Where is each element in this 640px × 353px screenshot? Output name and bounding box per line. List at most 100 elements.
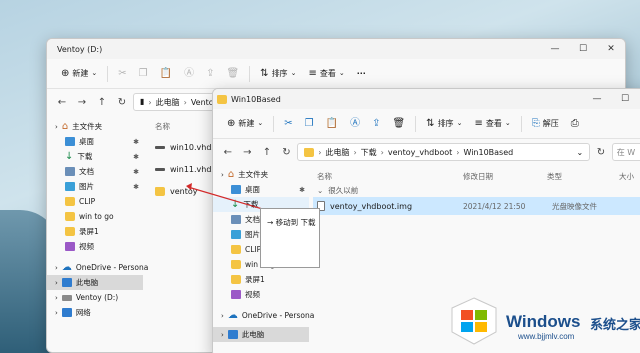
sidebar-item-home[interactable]: › ⌂ 主文件夹 <box>47 119 143 134</box>
expand-chevron-icon[interactable]: › <box>221 331 224 339</box>
sidebar-item-videos[interactable]: 视频 <box>47 239 143 254</box>
search-box[interactable]: 在 W <box>611 143 640 161</box>
copy-button[interactable]: ❐ <box>299 116 320 132</box>
copy-button[interactable]: ❐ <box>133 66 154 82</box>
chevron-down-icon[interactable]: ⌄ <box>577 148 584 157</box>
new-label: 新建 <box>238 119 255 128</box>
expand-chevron-icon[interactable]: › <box>55 279 58 287</box>
cut-button[interactable]: ✂ <box>278 116 298 132</box>
file-row[interactable]: ventoy_vhdboot.img 2021/4/12 21:50 光盘映像文… <box>313 197 640 215</box>
delete-button[interactable]: 🗑 <box>386 116 411 132</box>
breadcrumb[interactable]: › 此电脑 › 下载 › ventoy_vhdboot › Win10Based… <box>297 143 591 161</box>
up-button[interactable]: ↑ <box>93 97 111 108</box>
forward-button[interactable]: → <box>239 147 257 158</box>
share-button[interactable]: ⇪ <box>366 116 386 132</box>
sort-button[interactable]: ⇅ 排序 ⌄ <box>420 115 468 132</box>
document-icon <box>65 167 75 176</box>
expand-chevron-icon[interactable]: › <box>55 294 58 302</box>
up-button[interactable]: ↑ <box>258 147 276 158</box>
view-button[interactable]: ≡ 查看 ⌄ <box>302 65 350 82</box>
close-button[interactable]: ✕ <box>597 44 625 54</box>
breadcrumb-item[interactable]: 下载 <box>361 147 377 158</box>
maximize-button[interactable]: ☐ <box>569 44 597 54</box>
folder-icon <box>155 186 165 196</box>
sidebar-item-this-pc[interactable]: › 此电脑 <box>47 275 143 290</box>
column-header-type[interactable]: 类型 <box>547 171 619 182</box>
picture-icon <box>231 230 241 239</box>
paste-button[interactable]: 📋 <box>320 116 344 132</box>
sidebar-item-documents[interactable]: 文档 ✱ <box>47 164 143 179</box>
sidebar-item-home[interactable]: › ⌂ 主文件夹 <box>213 167 309 182</box>
maximize-button[interactable]: ☐ <box>611 94 639 104</box>
expand-chevron-icon[interactable]: › <box>55 123 58 131</box>
column-header-size[interactable]: 大小 <box>619 171 634 182</box>
refresh-button[interactable]: ↻ <box>113 97 131 108</box>
sidebar-item-network[interactable]: › 网络 <box>47 305 143 320</box>
column-header-name[interactable]: 名称 <box>317 171 463 182</box>
more-button[interactable]: ··· <box>351 66 372 81</box>
view-icon: ≡ <box>474 117 483 129</box>
breadcrumb-item[interactable]: 此电脑 <box>325 147 349 158</box>
sidebar-item-win-to-go[interactable]: win to go <box>47 209 143 224</box>
extract-button[interactable]: ⎘ 解压 <box>526 115 565 132</box>
sidebar-item-onedrive[interactable]: › ☁ OneDrive - Persona <box>47 260 148 275</box>
minimize-button[interactable]: — <box>541 44 569 54</box>
back-button[interactable]: ← <box>219 147 237 158</box>
sidebar-item-downloads[interactable]: ↓ 下载 ✱ <box>47 149 143 164</box>
cut-button[interactable]: ✂ <box>112 66 132 82</box>
refresh-button[interactable]: ↻ <box>592 147 610 158</box>
sidebar-item-onedrive[interactable]: › ☁ OneDrive - Persona <box>213 308 314 323</box>
expand-chevron-icon[interactable]: › <box>221 312 224 320</box>
expand-chevron-icon[interactable]: › <box>221 171 224 179</box>
cloud-icon: ☁ <box>61 261 72 273</box>
group-header[interactable]: ⌄ 很久以前 <box>317 183 640 197</box>
sidebar-item-label: 文档 <box>245 215 260 224</box>
sidebar-item-recording[interactable]: 录屏1 <box>213 272 309 287</box>
share-button[interactable]: ⇪ <box>200 66 220 82</box>
vhdx-file-icon <box>155 145 165 149</box>
folder-icon <box>65 212 75 221</box>
sidebar-item-this-pc[interactable]: › 此电脑 <box>213 327 309 342</box>
column-header-modified[interactable]: 修改日期 <box>463 171 547 182</box>
more-button[interactable]: ⎙ <box>565 116 585 132</box>
paste-icon: 📋 <box>325 117 339 129</box>
sidebar-item-recording[interactable]: 录屏1 <box>47 224 143 239</box>
file-row[interactable]: win10.vhdx <box>155 138 216 156</box>
file-list: 名称 win10.vhdx win11.vhdx ventoy <box>143 115 216 320</box>
new-button[interactable]: ⊕ 新建 ⌄ <box>55 65 103 82</box>
sidebar-item-label: 主文件夹 <box>238 170 269 179</box>
breadcrumb-item[interactable]: 此电脑 <box>156 97 180 108</box>
picture-icon <box>65 182 75 191</box>
drive-icon <box>61 294 72 301</box>
refresh-button[interactable]: ↻ <box>278 147 296 158</box>
sidebar-item-label: 此电脑 <box>241 330 265 339</box>
expand-chevron-icon[interactable]: › <box>55 309 58 317</box>
new-button[interactable]: ⊕ 新建 ⌄ <box>221 115 269 132</box>
sidebar-item-desktop[interactable]: 桌面 ✱ <box>213 182 309 197</box>
plus-icon: ⊕ <box>227 117 236 129</box>
document-icon <box>231 215 241 224</box>
breadcrumb-item[interactable]: Win10Based <box>463 148 513 157</box>
file-row[interactable]: ventoy <box>155 182 216 200</box>
back-button[interactable]: ← <box>53 97 71 108</box>
minimize-button[interactable]: — <box>583 94 611 104</box>
view-button[interactable]: ≡ 查看 ⌄ <box>468 115 516 132</box>
breadcrumb-item[interactable]: ventoy_vhdboot <box>388 148 452 157</box>
paste-button[interactable]: 📋 <box>154 66 178 82</box>
divider <box>273 115 275 132</box>
rename-button[interactable]: Ⓐ <box>178 66 200 82</box>
sidebar-item-pictures[interactable]: 图片 ✱ <box>47 179 143 194</box>
sidebar-item-desktop[interactable]: 桌面 ✱ <box>47 134 143 149</box>
file-row[interactable]: win11.vhdx <box>155 160 216 178</box>
sidebar-item-videos[interactable]: 视频 <box>213 287 309 302</box>
sidebar-item-clip[interactable]: CLIP <box>47 194 143 209</box>
file-name: ventoy_vhdboot.img <box>330 201 413 211</box>
rename-button[interactable]: Ⓐ <box>344 116 366 132</box>
expand-chevron-icon[interactable]: › <box>55 264 58 272</box>
column-header-name[interactable]: 名称 <box>155 121 216 132</box>
extract-label: 解压 <box>542 119 559 128</box>
sort-button[interactable]: ⇅ 排序 ⌄ <box>254 65 302 82</box>
sidebar-item-ventoy-drive[interactable]: › Ventoy (D:) <box>47 290 143 305</box>
delete-button[interactable]: 🗑 <box>220 66 245 82</box>
forward-button[interactable]: → <box>73 97 91 108</box>
